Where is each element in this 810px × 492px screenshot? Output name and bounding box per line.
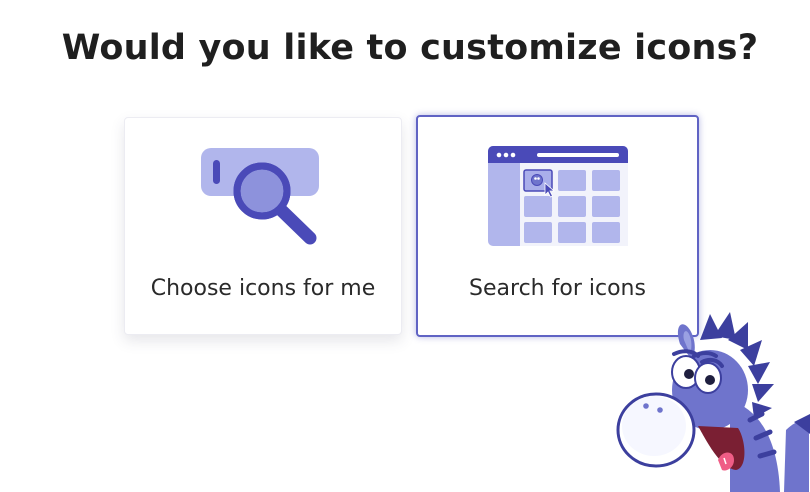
donkey-mascot bbox=[616, 312, 810, 492]
choose-icons-for-me-option[interactable]: Choose icons for me bbox=[124, 117, 402, 335]
icon-grid-browser-icon bbox=[487, 146, 628, 246]
search-for-icons-label: Search for icons bbox=[469, 276, 646, 301]
choose-icons-label: Choose icons for me bbox=[150, 276, 376, 301]
magnifier-icon bbox=[201, 148, 319, 245]
search-for-icons-option[interactable]: Search for icons bbox=[416, 115, 699, 337]
customize-icons-dialog: Would you like to customize icons? Choos… bbox=[0, 0, 810, 492]
page-title: Would you like to customize icons? bbox=[61, 28, 759, 68]
